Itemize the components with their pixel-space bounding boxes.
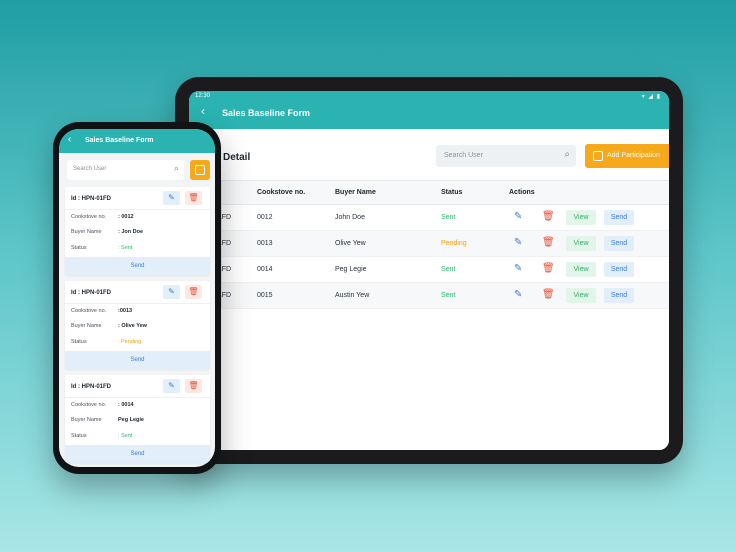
table-row: 01FD 0014 Peg Legie Sent ✎ 🗑 View Send [214, 257, 669, 283]
send-button[interactable]: Send [65, 351, 210, 369]
table-header: Cookstove no. Buyer Name Status Actions [222, 181, 669, 205]
send-button[interactable]: Send [604, 210, 634, 225]
trash-icon[interactable]: 🗑 [185, 191, 202, 205]
row-status: Sent [441, 292, 456, 299]
status-time: 12:30 [195, 93, 211, 99]
cookstove-label: Cookstove no. [71, 308, 107, 314]
view-button[interactable]: View [566, 262, 596, 277]
header-title: Sales Baseline Form [85, 137, 154, 144]
status-value: : Pending [118, 339, 142, 345]
status-value: : Sent [118, 245, 133, 251]
tablet-content: Detail Search User ⌕ Add Participation C… [189, 129, 669, 450]
status-value: : Sent [118, 433, 133, 439]
row-cookstove: 0015 [257, 292, 273, 299]
search-input[interactable]: Search User ⌕ [67, 160, 184, 180]
status-label: Status [71, 245, 87, 251]
list-item: Id : HPN-01FD ✎ 🗑 Cookstove no. :0013 Bu… [65, 281, 210, 369]
row-status: Sent [441, 266, 456, 273]
trash-icon[interactable]: 🗑 [185, 379, 202, 393]
filter-button[interactable] [190, 160, 210, 180]
cookstove-value: : 0014 [118, 402, 134, 408]
table-row: 01FD 0015 Austin Yew Sent ✎ 🗑 View Send [214, 283, 669, 309]
trash-icon[interactable]: 🗑 [185, 285, 202, 299]
column-header-status: Status [441, 189, 463, 196]
send-button[interactable]: Send [604, 262, 634, 277]
filter-icon [195, 165, 205, 175]
row-buyer: Olive Yew [335, 240, 366, 247]
cookstove-label: Cookstove no. [71, 402, 107, 408]
tablet-screen: 12:30 ▾ ◢ ▮ ‹ Sales Baseline Form Detail… [189, 91, 669, 450]
row-buyer: Peg Legie [335, 266, 367, 273]
row-cookstove: 0012 [257, 214, 273, 221]
view-button[interactable]: View [566, 236, 596, 251]
send-button[interactable]: Send [65, 445, 210, 463]
search-placeholder: Search User [444, 152, 483, 159]
trash-icon[interactable]: 🗑 [542, 290, 555, 300]
back-arrow-icon[interactable]: ‹ [201, 105, 205, 117]
add-participation-button[interactable]: Add Participation [585, 144, 669, 168]
trash-icon[interactable]: 🗑 [542, 264, 555, 274]
edit-icon[interactable]: ✎ [514, 290, 522, 300]
row-status: Sent [441, 214, 456, 221]
header-title: Sales Baseline Form [222, 108, 311, 118]
send-button[interactable]: Send [604, 236, 634, 251]
status-label: Status [71, 339, 87, 345]
back-arrow-icon[interactable]: ‹ [68, 135, 71, 145]
cookstove-label: Cookstove no. [71, 214, 107, 220]
divider [65, 209, 210, 210]
phone-header: ‹ Sales Baseline Form [59, 129, 215, 153]
edit-icon[interactable]: ✎ [163, 191, 180, 205]
edit-icon[interactable]: ✎ [514, 212, 522, 222]
cookstove-value: : 0012 [118, 214, 134, 220]
phone-device: ‹ Sales Baseline Form Search User ⌕ Id :… [53, 122, 221, 474]
card-id: Id : HPN-01FD [71, 196, 112, 202]
page-heading: Detail [223, 152, 251, 163]
send-button[interactable]: Send [65, 257, 210, 275]
trash-icon[interactable]: 🗑 [542, 212, 555, 222]
add-participation-label: Add Participation [607, 152, 660, 159]
buyer-value: Peg Legie [118, 417, 144, 423]
edit-icon[interactable]: ✎ [514, 264, 522, 274]
column-header-cookstove: Cookstove no. [257, 189, 306, 196]
add-document-icon [593, 151, 603, 161]
view-button[interactable]: View [566, 210, 596, 225]
trash-icon[interactable]: 🗑 [542, 238, 555, 248]
status-label: Status [71, 433, 87, 439]
buyer-label: Buyer Name [71, 323, 102, 329]
row-status: Pending [441, 240, 467, 247]
send-button[interactable]: Send [604, 288, 634, 303]
buyer-value: : Olive Yew [118, 323, 147, 329]
edit-icon[interactable]: ✎ [514, 238, 522, 248]
divider [65, 303, 210, 304]
table-row: 01FD 0012 John Doe Sent ✎ 🗑 View Send [214, 205, 669, 231]
column-header-actions: Actions [509, 189, 535, 196]
search-icon: ⌕ [173, 163, 179, 173]
cookstove-value: :0013 [118, 308, 133, 314]
row-cookstove: 0014 [257, 266, 273, 273]
buyer-label: Buyer Name [71, 229, 102, 235]
buyer-value: : Jon Doe [118, 229, 144, 235]
column-header-buyer: Buyer Name [335, 189, 376, 196]
table-row: 01FD 0013 Olive Yew Pending ✎ 🗑 View Sen… [214, 231, 669, 257]
row-buyer: John Doe [335, 214, 365, 221]
view-button[interactable]: View [566, 288, 596, 303]
card-id: Id : HPN-01FD [71, 290, 112, 296]
phone-screen: ‹ Sales Baseline Form Search User ⌕ Id :… [59, 129, 215, 467]
status-icons: ▾ ◢ ▮ [641, 94, 661, 100]
participation-table: Cookstove no. Buyer Name Status Actions … [214, 180, 669, 309]
list-item: Id : HPN-01FD ✎ 🗑 Cookstove no. : 0012 B… [65, 187, 210, 275]
edit-icon[interactable]: ✎ [163, 285, 180, 299]
search-placeholder: Search User [73, 166, 107, 172]
tablet-header: 12:30 ▾ ◢ ▮ ‹ Sales Baseline Form [189, 91, 669, 129]
list-item: Id : HPN-01FD ✎ 🗑 Cookstove no. : 0014 B… [65, 375, 210, 463]
divider [65, 397, 210, 398]
search-input[interactable]: Search User ⌕ [436, 145, 576, 167]
row-buyer: Austin Yew [335, 292, 370, 299]
card-id: Id : HPN-01FD [71, 384, 112, 390]
search-icon: ⌕ [564, 149, 570, 160]
row-cookstove: 0013 [257, 240, 273, 247]
buyer-label: Buyer Name [71, 417, 102, 423]
edit-icon[interactable]: ✎ [163, 379, 180, 393]
tablet-device: 12:30 ▾ ◢ ▮ ‹ Sales Baseline Form Detail… [175, 77, 683, 464]
